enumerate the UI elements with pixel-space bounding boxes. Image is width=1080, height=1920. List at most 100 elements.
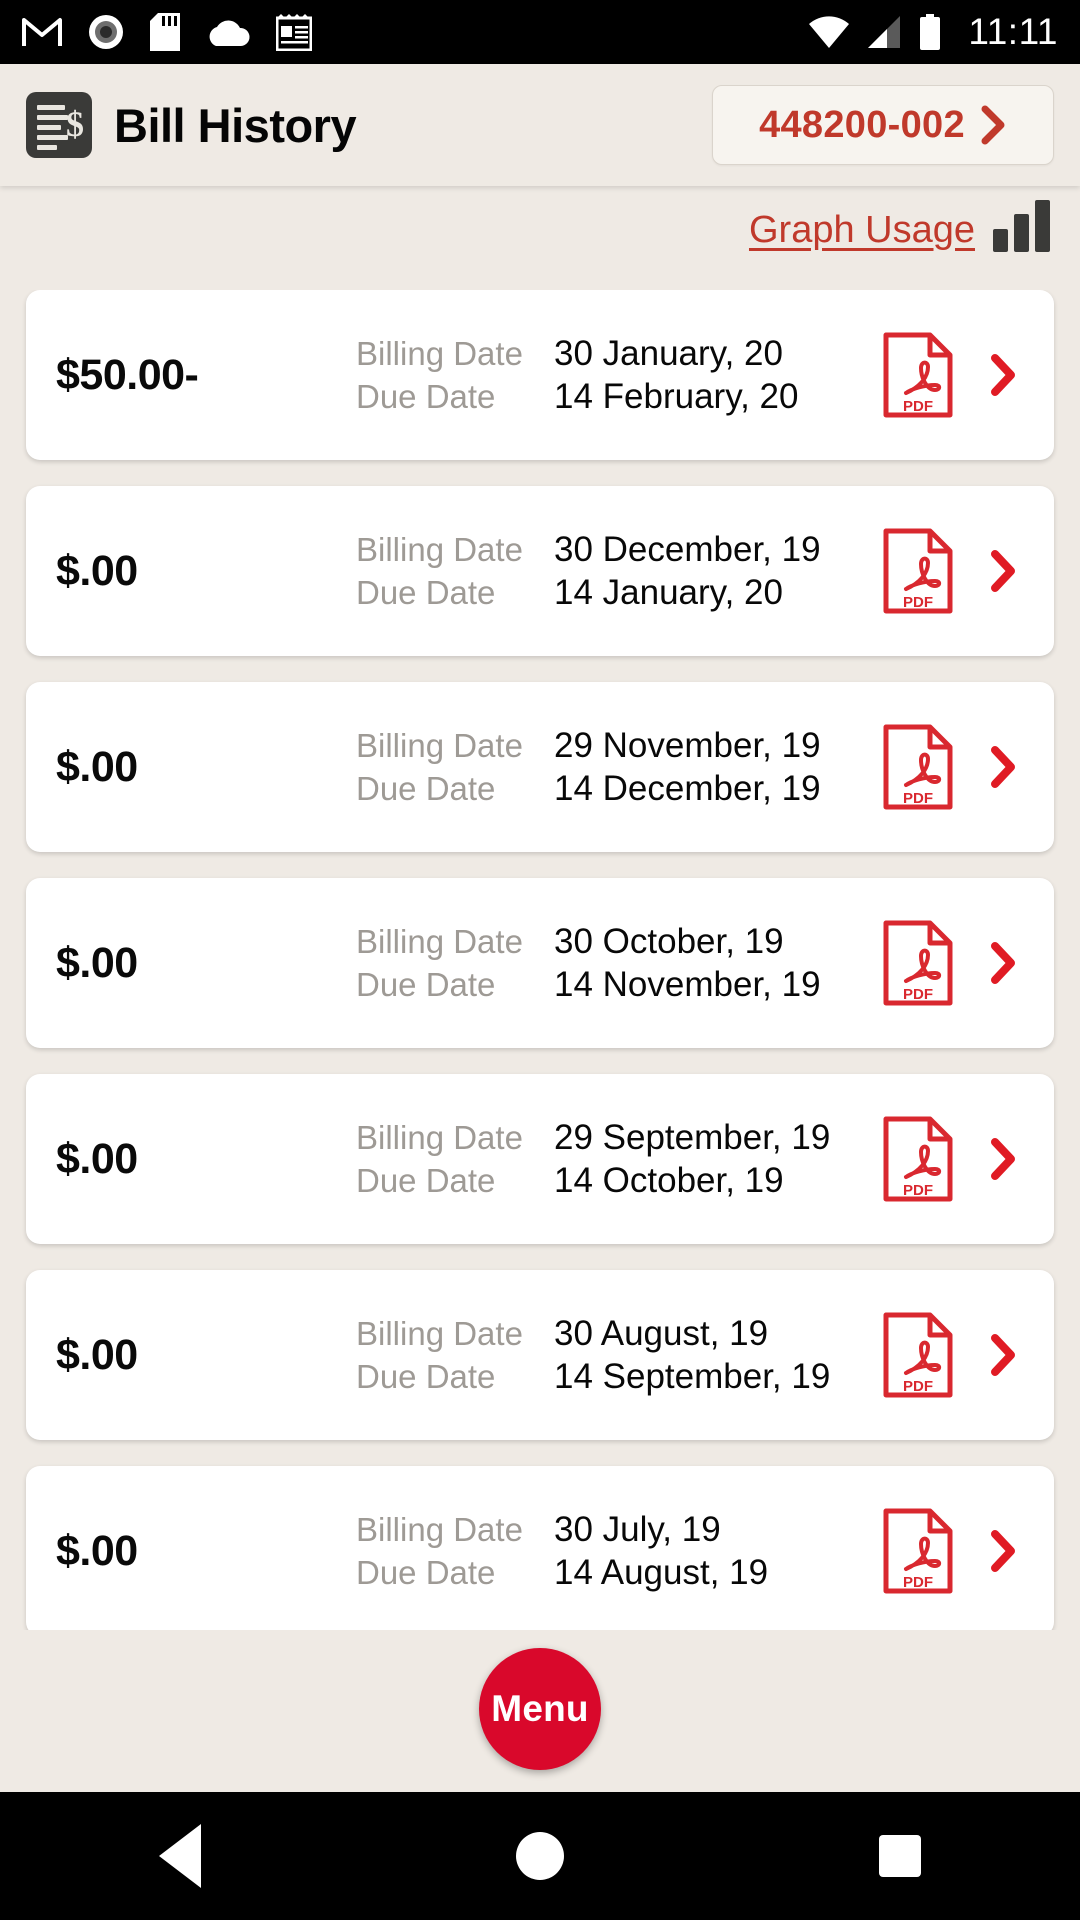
document-lines (37, 105, 68, 155)
status-bar-notifications (22, 13, 808, 51)
chevron-right-icon (991, 354, 1015, 396)
billing-date-value: 30 August, 19 (554, 1313, 769, 1353)
billing-date-value: 30 October, 19 (554, 921, 784, 961)
bill-detail-chevron[interactable] (984, 941, 1024, 985)
menu-fab-button[interactable]: Menu (479, 1648, 601, 1770)
billing-date-row: Billing Date 30 October, 19 (356, 922, 882, 962)
page-title: Bill History (114, 98, 357, 152)
svg-text:PDF: PDF (903, 790, 933, 807)
pdf-icon[interactable]: PDF (882, 1507, 954, 1595)
bill-card[interactable]: $.00 Billing Date 30 July, 19 Due Date 1… (26, 1466, 1054, 1630)
bill-detail-chevron[interactable] (984, 745, 1024, 789)
graph-usage-link[interactable]: Graph Usage (749, 209, 975, 252)
billing-date-label: Billing Date (356, 334, 523, 372)
due-date-label: Due Date (356, 1553, 496, 1591)
due-date-value: 14 November, 19 (554, 964, 821, 1004)
bill-dates: Billing Date 30 December, 19 Due Date 14… (356, 527, 882, 616)
pdf-icon[interactable]: PDF (882, 723, 954, 811)
due-date-row: Due Date 14 January, 20 (356, 573, 882, 613)
billing-date-row: Billing Date 30 August, 19 (356, 1314, 882, 1354)
billing-date-label: Billing Date (356, 1314, 523, 1352)
graph-usage-row[interactable]: Graph Usage (749, 200, 1050, 252)
nav-home-button[interactable] (450, 1792, 630, 1920)
svg-text:PDF: PDF (903, 1182, 933, 1199)
billing-date-label: Billing Date (356, 530, 523, 568)
bill-amount: $.00 (56, 546, 138, 595)
due-date-value: 14 January, 20 (554, 572, 783, 612)
wifi-icon (809, 16, 850, 48)
bill-detail-chevron[interactable] (984, 549, 1024, 593)
billing-date-value: 30 July, 19 (554, 1509, 721, 1549)
cloud-icon (209, 20, 250, 46)
cellular-signal-icon (868, 16, 901, 48)
bill-amount: $.00 (56, 742, 138, 791)
bill-detail-chevron[interactable] (984, 1333, 1024, 1377)
bill-card[interactable]: $.00 Billing Date 30 December, 19 Due Da… (26, 486, 1054, 656)
chevron-right-icon (991, 942, 1015, 984)
billing-date-row: Billing Date 30 December, 19 (356, 530, 882, 570)
billing-date-label: Billing Date (356, 1510, 523, 1548)
dollar-sign: $ (66, 104, 84, 144)
home-circle-icon (516, 1832, 564, 1880)
bill-dates: Billing Date 30 August, 19 Due Date 14 S… (356, 1311, 882, 1400)
due-date-value: 14 August, 19 (554, 1552, 769, 1592)
billing-date-label: Billing Date (356, 1118, 523, 1156)
pdf-icon[interactable]: PDF (882, 1115, 954, 1203)
billing-date-row: Billing Date 29 November, 19 (356, 726, 882, 766)
due-date-row: Due Date 14 February, 20 (356, 377, 882, 417)
status-bar-system: 11:11 (808, 11, 1058, 53)
bill-dates: Billing Date 30 July, 19 Due Date 14 Aug… (356, 1507, 882, 1596)
nav-back-button[interactable] (90, 1792, 270, 1920)
account-number-label: 448200-002 (759, 103, 965, 146)
bill-dates: Billing Date 29 November, 19 Due Date 14… (356, 723, 882, 812)
due-date-row: Due Date 14 October, 19 (356, 1161, 882, 1201)
menu-fab-label: Menu (491, 1688, 589, 1729)
svg-text:PDF: PDF (903, 1378, 933, 1395)
bill-document-dollar-icon: $ (26, 92, 92, 158)
billing-date-value: 29 September, 19 (554, 1117, 831, 1157)
bill-amount: $50.00- (56, 350, 199, 399)
bill-detail-chevron[interactable] (984, 353, 1024, 397)
record-circle-icon (89, 15, 123, 49)
bill-detail-chevron[interactable] (984, 1529, 1024, 1573)
phone-screen: 11:11 $ Bill History 448200-002 Graph Us… (0, 0, 1080, 1920)
bill-card[interactable]: $.00 Billing Date 30 August, 19 Due Date… (26, 1270, 1054, 1440)
bill-card[interactable]: $.00 Billing Date 30 October, 19 Due Dat… (26, 878, 1054, 1048)
notepad-icon (276, 14, 312, 51)
billing-date-label: Billing Date (356, 726, 523, 764)
battery-icon (920, 14, 941, 50)
bill-detail-chevron[interactable] (984, 1137, 1024, 1181)
pdf-icon[interactable]: PDF (882, 527, 954, 615)
due-date-value: 14 September, 19 (554, 1356, 831, 1396)
nav-recents-button[interactable] (810, 1792, 990, 1920)
bill-dates: Billing Date 29 September, 19 Due Date 1… (356, 1115, 882, 1204)
billing-date-row: Billing Date 30 January, 20 (356, 334, 882, 374)
bill-amount: $.00 (56, 938, 138, 987)
svg-text:PDF: PDF (903, 1574, 933, 1591)
bill-card[interactable]: $.00 Billing Date 29 September, 19 Due D… (26, 1074, 1054, 1244)
due-date-row: Due Date 14 November, 19 (356, 965, 882, 1005)
billing-date-value: 30 December, 19 (554, 529, 821, 569)
svg-text:PDF: PDF (903, 594, 933, 611)
due-date-label: Due Date (356, 1357, 496, 1395)
pdf-icon[interactable]: PDF (882, 331, 954, 419)
status-bar-clock: 11:11 (968, 11, 1058, 52)
bill-history-list[interactable]: $50.00- Billing Date 30 January, 20 Due … (0, 290, 1080, 1630)
chevron-right-icon (991, 550, 1015, 592)
due-date-value: 14 October, 19 (554, 1160, 784, 1200)
bill-amount: $.00 (56, 1330, 138, 1379)
pdf-icon[interactable]: PDF (882, 1311, 954, 1399)
bill-card[interactable]: $.00 Billing Date 29 November, 19 Due Da… (26, 682, 1054, 852)
due-date-label: Due Date (356, 377, 496, 415)
bar-chart-icon[interactable] (993, 200, 1050, 252)
bill-card[interactable]: $50.00- Billing Date 30 January, 20 Due … (26, 290, 1054, 460)
pdf-icon[interactable]: PDF (882, 919, 954, 1007)
status-bar: 11:11 (0, 0, 1080, 64)
due-date-label: Due Date (356, 1161, 496, 1199)
due-date-label: Due Date (356, 573, 496, 611)
svg-text:PDF: PDF (903, 398, 933, 415)
due-date-value: 14 December, 19 (554, 768, 821, 808)
chevron-right-icon (991, 1334, 1015, 1376)
bill-amount: $.00 (56, 1526, 138, 1575)
account-selector-button[interactable]: 448200-002 (712, 85, 1054, 165)
